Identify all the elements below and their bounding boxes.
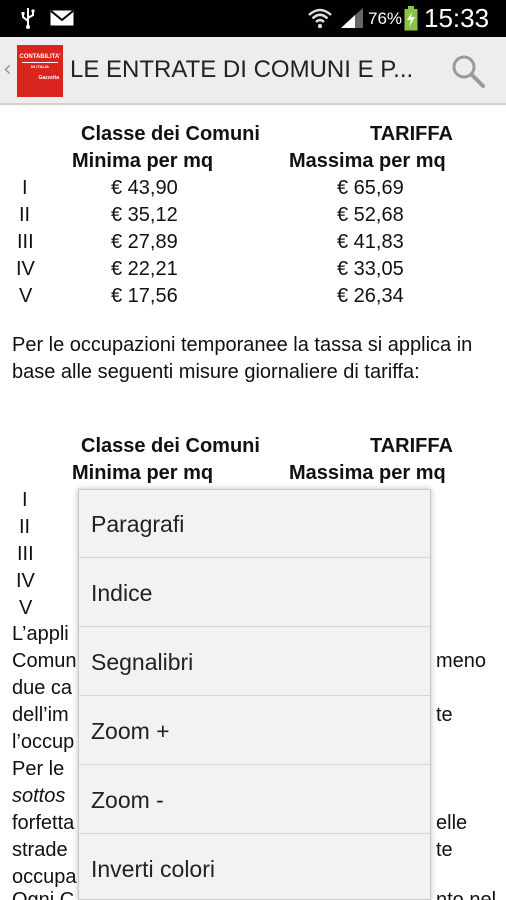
status-bar: 76% 15:33 — [0, 0, 506, 37]
row-class: III — [17, 543, 34, 565]
row-max: € 33,05 — [337, 258, 404, 280]
back-chevron-icon[interactable]: ‹ — [3, 55, 17, 85]
table-header-min: Minima per mq — [72, 150, 214, 172]
menu-item-zoom-out[interactable]: Zoom - — [79, 766, 430, 834]
text-fragment: nto nel — [436, 889, 497, 900]
text-fragment: dell’im — [12, 704, 69, 726]
text-fragment: strade — [12, 839, 68, 861]
signal-icon — [341, 8, 363, 28]
menu-item-zoom-in[interactable]: Zoom + — [79, 697, 430, 765]
row-class: I — [22, 489, 28, 511]
battery-percent: 76% — [368, 9, 403, 28]
text-fragment: Comun — [12, 650, 77, 672]
row-class: IV — [16, 570, 35, 592]
menu-item-paragrafi[interactable]: Paragrafi — [79, 490, 430, 558]
text-fragment: l’occup — [12, 731, 75, 753]
row-class: III — [17, 231, 34, 253]
options-menu: Paragrafi Indice Segnalibri Zoom + Zoom … — [78, 489, 431, 900]
text-fragment: te — [436, 839, 453, 861]
clock: 15:33 — [424, 3, 490, 33]
table-header-max: Massima per mq — [289, 150, 446, 172]
table-row: V € 17,56 € 26,34 — [0, 285, 506, 312]
table-header-class: Classe dei Comuni — [81, 435, 260, 457]
mail-icon — [50, 10, 74, 26]
wifi-icon — [308, 8, 332, 29]
table-header-class: Classe dei Comuni — [81, 123, 260, 145]
menu-item-invert-colors[interactable]: Inverti colori — [79, 835, 430, 900]
text-fragment: sottos — [12, 785, 66, 807]
menu-item-segnalibri[interactable]: Segnalibri — [79, 628, 430, 696]
text-fragment: forfetta — [12, 812, 75, 834]
row-class: V — [19, 285, 33, 307]
text-fragment: te — [436, 704, 453, 726]
logo-line-2: IN ITALIA — [22, 62, 58, 69]
table-header-tariff: TARIFFA — [370, 123, 453, 145]
logo-line-3: Gazzetta — [38, 75, 59, 81]
text-fragment: meno — [436, 650, 487, 672]
menu-item-label: Zoom - — [91, 787, 164, 813]
logo-line-1: CONTABILITA' — [19, 54, 61, 60]
row-min: € 22,21 — [111, 258, 178, 280]
menu-item-label: Segnalibri — [91, 649, 194, 675]
text-fragment: elle — [436, 812, 468, 834]
row-class: II — [19, 204, 31, 226]
app-logo[interactable]: CONTABILITA' IN ITALIA Gazzetta — [17, 45, 63, 97]
table-header-min: Minima per mq — [72, 462, 214, 484]
row-min: € 27,89 — [111, 231, 178, 253]
battery-charging-icon — [404, 6, 418, 31]
row-max: € 41,83 — [337, 231, 404, 253]
table-row: II € 35,12 € 52,68 — [0, 204, 506, 231]
table-row: IV € 22,21 € 33,05 — [0, 258, 506, 285]
row-max: € 65,69 — [337, 177, 404, 199]
page-title: LE ENTRATE DI COMUNI E P... — [70, 56, 414, 83]
menu-item-label: Inverti colori — [91, 856, 215, 882]
text-fragment: Ogni C — [12, 889, 75, 900]
row-class: V — [19, 597, 33, 619]
row-min: € 43,90 — [111, 177, 178, 199]
table-row: III € 27,89 € 41,83 — [0, 231, 506, 258]
text-fragment: L’appli — [12, 623, 69, 645]
table-row: I € 43,90 € 65,69 — [0, 177, 506, 204]
usb-icon — [21, 8, 35, 29]
row-max: € 52,68 — [337, 204, 404, 226]
text-fragment: Per le — [12, 758, 65, 780]
menu-item-indice[interactable]: Indice — [79, 559, 430, 627]
row-min: € 17,56 — [111, 285, 178, 307]
action-bar: ‹ CONTABILITA' IN ITALIA Gazzetta LE ENT… — [0, 37, 506, 105]
table-header-tariff: TARIFFA — [370, 435, 453, 457]
paragraph: Per le occupazioni temporanee la tassa s… — [12, 334, 473, 383]
search-icon[interactable] — [450, 53, 486, 89]
menu-item-label: Indice — [91, 580, 153, 606]
text-fragment: due ca — [12, 677, 73, 699]
row-max: € 26,34 — [337, 285, 404, 307]
row-class: II — [19, 516, 31, 538]
row-class: IV — [16, 258, 35, 280]
menu-item-label: Zoom + — [91, 718, 170, 744]
row-class: I — [22, 177, 28, 199]
row-min: € 35,12 — [111, 204, 178, 226]
table-header-max: Massima per mq — [289, 462, 446, 484]
menu-item-label: Paragrafi — [91, 511, 185, 537]
